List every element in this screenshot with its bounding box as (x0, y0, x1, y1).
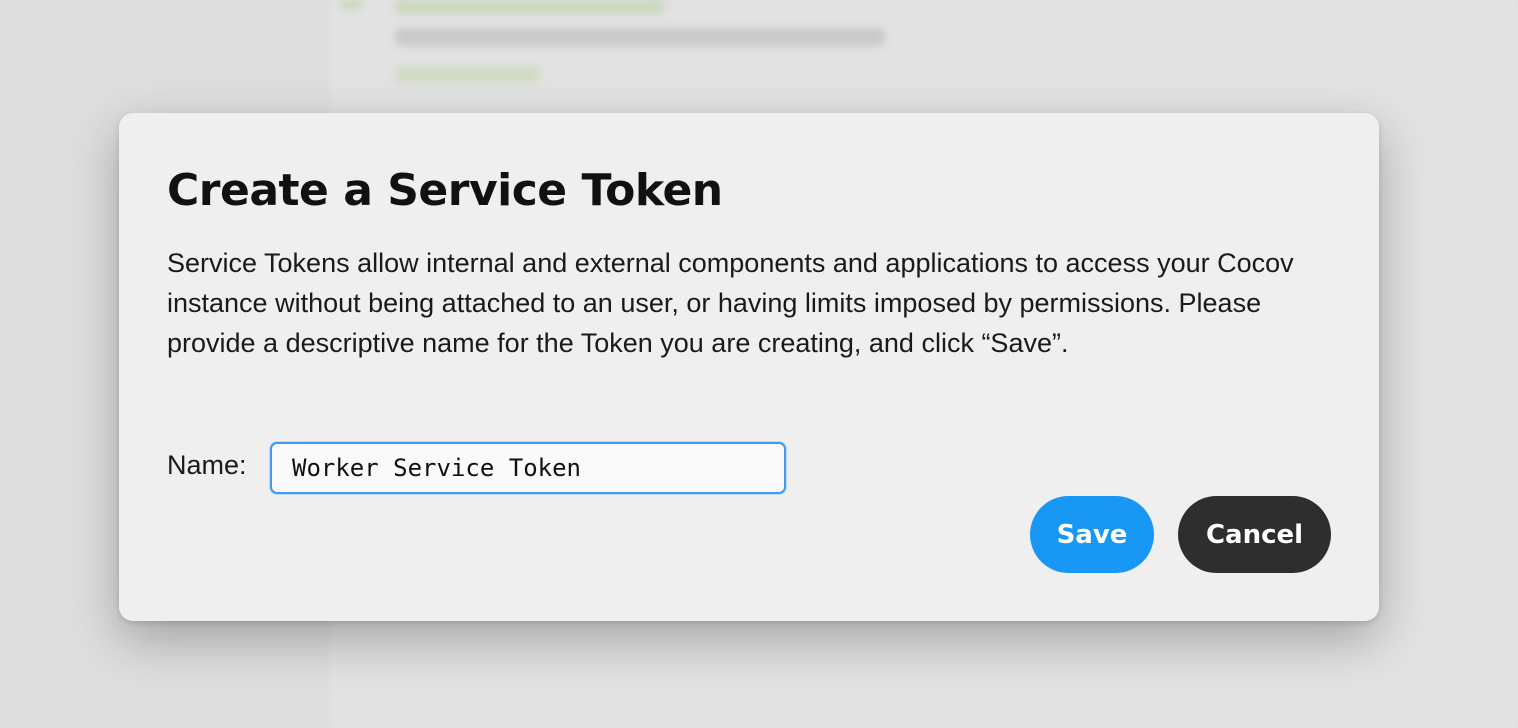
dialog-title: Create a Service Token (167, 165, 723, 216)
create-service-token-dialog: Create a Service Token Service Tokens al… (119, 113, 1379, 621)
token-name-input[interactable] (270, 442, 786, 494)
save-button[interactable]: Save (1030, 496, 1154, 573)
dialog-description: Service Tokens allow internal and extern… (167, 248, 1294, 358)
blurred-text-line (395, 0, 665, 14)
cancel-button[interactable]: Cancel (1178, 496, 1331, 573)
blurred-text-line (395, 66, 540, 82)
name-label: Name: (167, 450, 247, 480)
blurred-text-line (395, 28, 885, 46)
